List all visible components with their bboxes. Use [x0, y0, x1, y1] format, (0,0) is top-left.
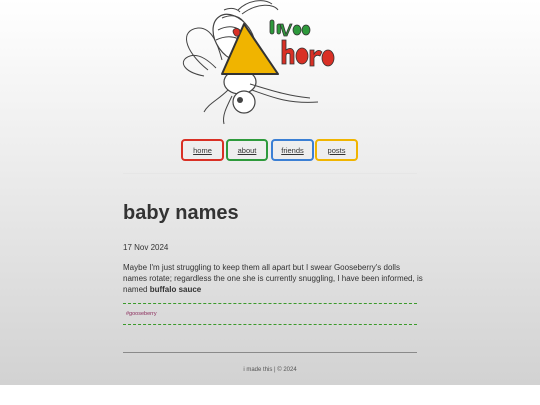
post-tags: #gooseberry — [123, 303, 417, 325]
footer-divider — [123, 352, 417, 353]
post-body: Maybe I'm just struggling to keep them a… — [123, 262, 423, 295]
nav-home-link[interactable]: home — [181, 139, 224, 161]
post-body-bold: buffalo sauce — [149, 285, 202, 294]
post-date: 17 Nov 2024 — [123, 243, 169, 252]
page-bottom-band — [0, 385, 540, 405]
nav-about-link[interactable]: about — [226, 139, 268, 161]
footer-text: i made this | © 2024 — [243, 367, 297, 373]
nav-friends-link[interactable]: friends — [271, 139, 314, 161]
tag-link-gooseberry[interactable]: #gooseberry — [126, 311, 157, 317]
post-title: baby names — [123, 202, 239, 224]
header-divider — [123, 173, 417, 174]
wasp-logo-icon[interactable] — [178, 0, 340, 128]
main-nav: home about friends posts — [0, 139, 540, 161]
nav-posts-link[interactable]: posts — [315, 139, 358, 161]
